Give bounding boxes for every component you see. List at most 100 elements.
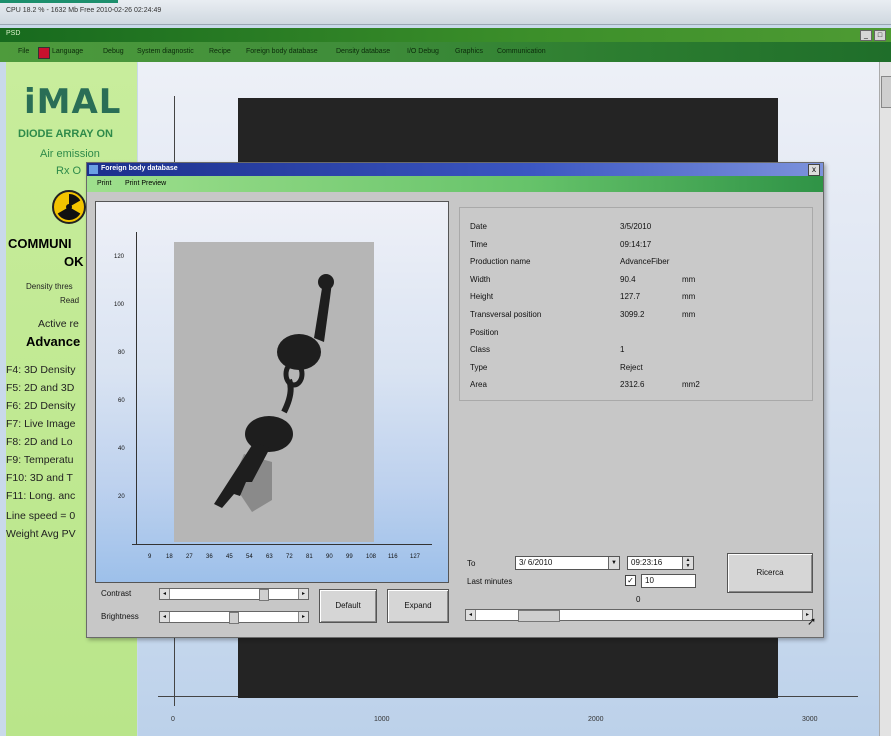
menu-language[interactable]: Language bbox=[52, 48, 83, 55]
image-x-axis bbox=[132, 544, 432, 545]
sidebar-active-recipe-label: Active re bbox=[38, 318, 79, 330]
image-x-tick: 81 bbox=[306, 554, 313, 560]
image-x-tick: 127 bbox=[410, 554, 421, 560]
info-label: Date bbox=[470, 222, 487, 231]
image-x-tick: 72 bbox=[286, 554, 293, 560]
image-x-tick: 9 bbox=[148, 554, 152, 560]
menu-bar: File Language Debug System diagnostic Re… bbox=[0, 42, 891, 62]
image-x-ticks: 9 18 27 36 45 54 63 72 81 90 99 108 116 … bbox=[148, 554, 438, 564]
key-silhouette bbox=[174, 242, 374, 542]
info-label: Type bbox=[470, 362, 488, 372]
image-y-tick: 80 bbox=[118, 350, 125, 356]
foreign-body-dialog: Foreign body database x Print Print Prev… bbox=[86, 162, 824, 638]
status-text: CPU 18.2 % - 1632 Mb Free 2010-02-26 02:… bbox=[6, 7, 162, 14]
dialog-app-icon bbox=[89, 165, 98, 174]
sidebar-weight-avg: Weight Avg PV bbox=[6, 528, 76, 540]
image-x-tick: 54 bbox=[246, 554, 253, 560]
info-value: 09:14:17 bbox=[620, 239, 652, 249]
image-x-tick: 90 bbox=[326, 554, 333, 560]
last-minutes-input[interactable]: 10 bbox=[641, 574, 696, 588]
brightness-slider[interactable]: ◂ ▸ bbox=[159, 611, 309, 624]
info-label: Area bbox=[470, 380, 487, 390]
info-unit: mm bbox=[682, 292, 696, 302]
arrow-left-icon[interactable]: ◂ bbox=[160, 612, 170, 622]
contrast-slider-thumb[interactable] bbox=[259, 589, 269, 601]
brightness-slider-thumb[interactable] bbox=[229, 612, 239, 624]
info-value: 3/5/2010 bbox=[620, 222, 652, 231]
info-label: Height bbox=[470, 292, 494, 302]
arrow-right-icon[interactable]: ▸ bbox=[298, 589, 308, 599]
last-minutes-label: Last minutes bbox=[467, 577, 513, 586]
sidebar-shortcut-f11: F11: Long. anc bbox=[6, 490, 76, 502]
arrow-left-icon[interactable]: ◂ bbox=[466, 610, 476, 620]
contrast-label: Contrast bbox=[101, 589, 132, 598]
info-unit: mm2 bbox=[682, 380, 700, 390]
info-value: 1 bbox=[620, 345, 625, 355]
info-unit: mm bbox=[682, 310, 696, 319]
image-x-tick: 99 bbox=[346, 554, 353, 560]
window-titlebar: PSD _ □ bbox=[0, 28, 891, 42]
bg-x-tick: 2000 bbox=[588, 716, 604, 723]
date-picker[interactable]: 3/ 6/2010 ▼ bbox=[515, 556, 620, 570]
maximize-button[interactable]: □ bbox=[874, 30, 886, 41]
minimize-button[interactable]: _ bbox=[860, 30, 872, 41]
menu-file[interactable]: File bbox=[18, 48, 29, 55]
brightness-label: Brightness bbox=[101, 612, 139, 621]
arrow-right-icon[interactable]: ▸ bbox=[298, 612, 308, 622]
image-y-tick: 100 bbox=[114, 302, 125, 308]
menu-io-debug[interactable]: I/O Debug bbox=[407, 48, 439, 55]
sidebar-shortcut-f7: F7: Live Image bbox=[6, 418, 76, 430]
dialog-titlebar: Foreign body database x bbox=[87, 163, 823, 176]
record-scrollbar-thumb[interactable] bbox=[518, 610, 560, 622]
last-minutes-checkbox[interactable]: ✓ bbox=[625, 575, 636, 586]
bg-x-tick: 3000 bbox=[802, 716, 818, 723]
dropdown-arrow-icon[interactable]: ▼ bbox=[608, 557, 619, 569]
info-label: Production name bbox=[470, 257, 531, 267]
sidebar-diode-status: DIODE ARRAY ON bbox=[18, 128, 113, 140]
search-button[interactable]: Ricerca bbox=[727, 553, 813, 593]
main-vertical-scrollbar[interactable] bbox=[879, 62, 891, 736]
logo: iMAL bbox=[24, 82, 122, 122]
info-value: AdvanceFiber bbox=[620, 257, 670, 267]
date-value: 3/ 6/2010 bbox=[519, 558, 553, 567]
menu-recipe[interactable]: Recipe bbox=[209, 48, 231, 55]
radiation-icon bbox=[52, 190, 86, 224]
scrollbar-thumb[interactable] bbox=[881, 76, 891, 108]
image-y-axis bbox=[136, 232, 137, 544]
bg-x-tick: 1000 bbox=[374, 716, 390, 723]
image-x-tick: 45 bbox=[226, 554, 233, 560]
time-picker[interactable]: 09:23:16 ▲ ▼ bbox=[627, 556, 694, 570]
flag-icon bbox=[38, 47, 50, 59]
sidebar-comm-ok: OK bbox=[64, 254, 84, 269]
info-label: Position bbox=[470, 327, 499, 337]
last-minutes-value: 10 bbox=[645, 576, 654, 585]
menu-system-diagnostic[interactable]: System diagnostic bbox=[137, 48, 194, 55]
spinner-icon[interactable]: ▲ ▼ bbox=[682, 557, 693, 569]
info-unit: mm bbox=[682, 274, 696, 284]
info-value: 90.4 bbox=[620, 274, 636, 284]
info-value: Reject bbox=[620, 362, 643, 372]
window-title: PSD bbox=[6, 30, 21, 37]
record-scrollbar[interactable]: ◂ ▸ bbox=[465, 609, 813, 622]
contrast-slider[interactable]: ◂ ▸ bbox=[159, 588, 309, 601]
menu-graphics[interactable]: Graphics bbox=[455, 48, 483, 55]
menu-density-database[interactable]: Density database bbox=[336, 48, 390, 55]
bg-x-tick: 0 bbox=[171, 716, 175, 723]
default-button[interactable]: Default bbox=[319, 589, 377, 623]
menu-communication[interactable]: Communication bbox=[497, 48, 546, 55]
image-x-tick: 116 bbox=[388, 554, 398, 560]
expand-button[interactable]: Expand bbox=[387, 589, 449, 623]
image-y-tick: 60 bbox=[118, 398, 125, 404]
arrow-left-icon[interactable]: ◂ bbox=[160, 589, 170, 599]
menu-debug[interactable]: Debug bbox=[103, 48, 124, 55]
dialog-close-button[interactable]: x bbox=[808, 164, 820, 176]
sidebar-ready: Read bbox=[60, 296, 80, 305]
info-value: 3099.2 bbox=[620, 310, 645, 319]
sidebar-shortcut-f4: F4: 3D Density bbox=[6, 364, 76, 376]
dialog-menu-print-preview[interactable]: Print Preview bbox=[125, 180, 166, 187]
sidebar-density-threshold: Density thres bbox=[26, 282, 73, 291]
info-panel: Date 3/5/2010 Time 09:14:17 Production name A… bbox=[459, 207, 813, 401]
menu-foreign-body-database[interactable]: Foreign body database bbox=[246, 48, 318, 55]
status-bar: CPU 18.2 % - 1632 Mb Free 2010-02-26 02:… bbox=[0, 0, 891, 25]
dialog-menu-print[interactable]: Print bbox=[97, 180, 111, 187]
